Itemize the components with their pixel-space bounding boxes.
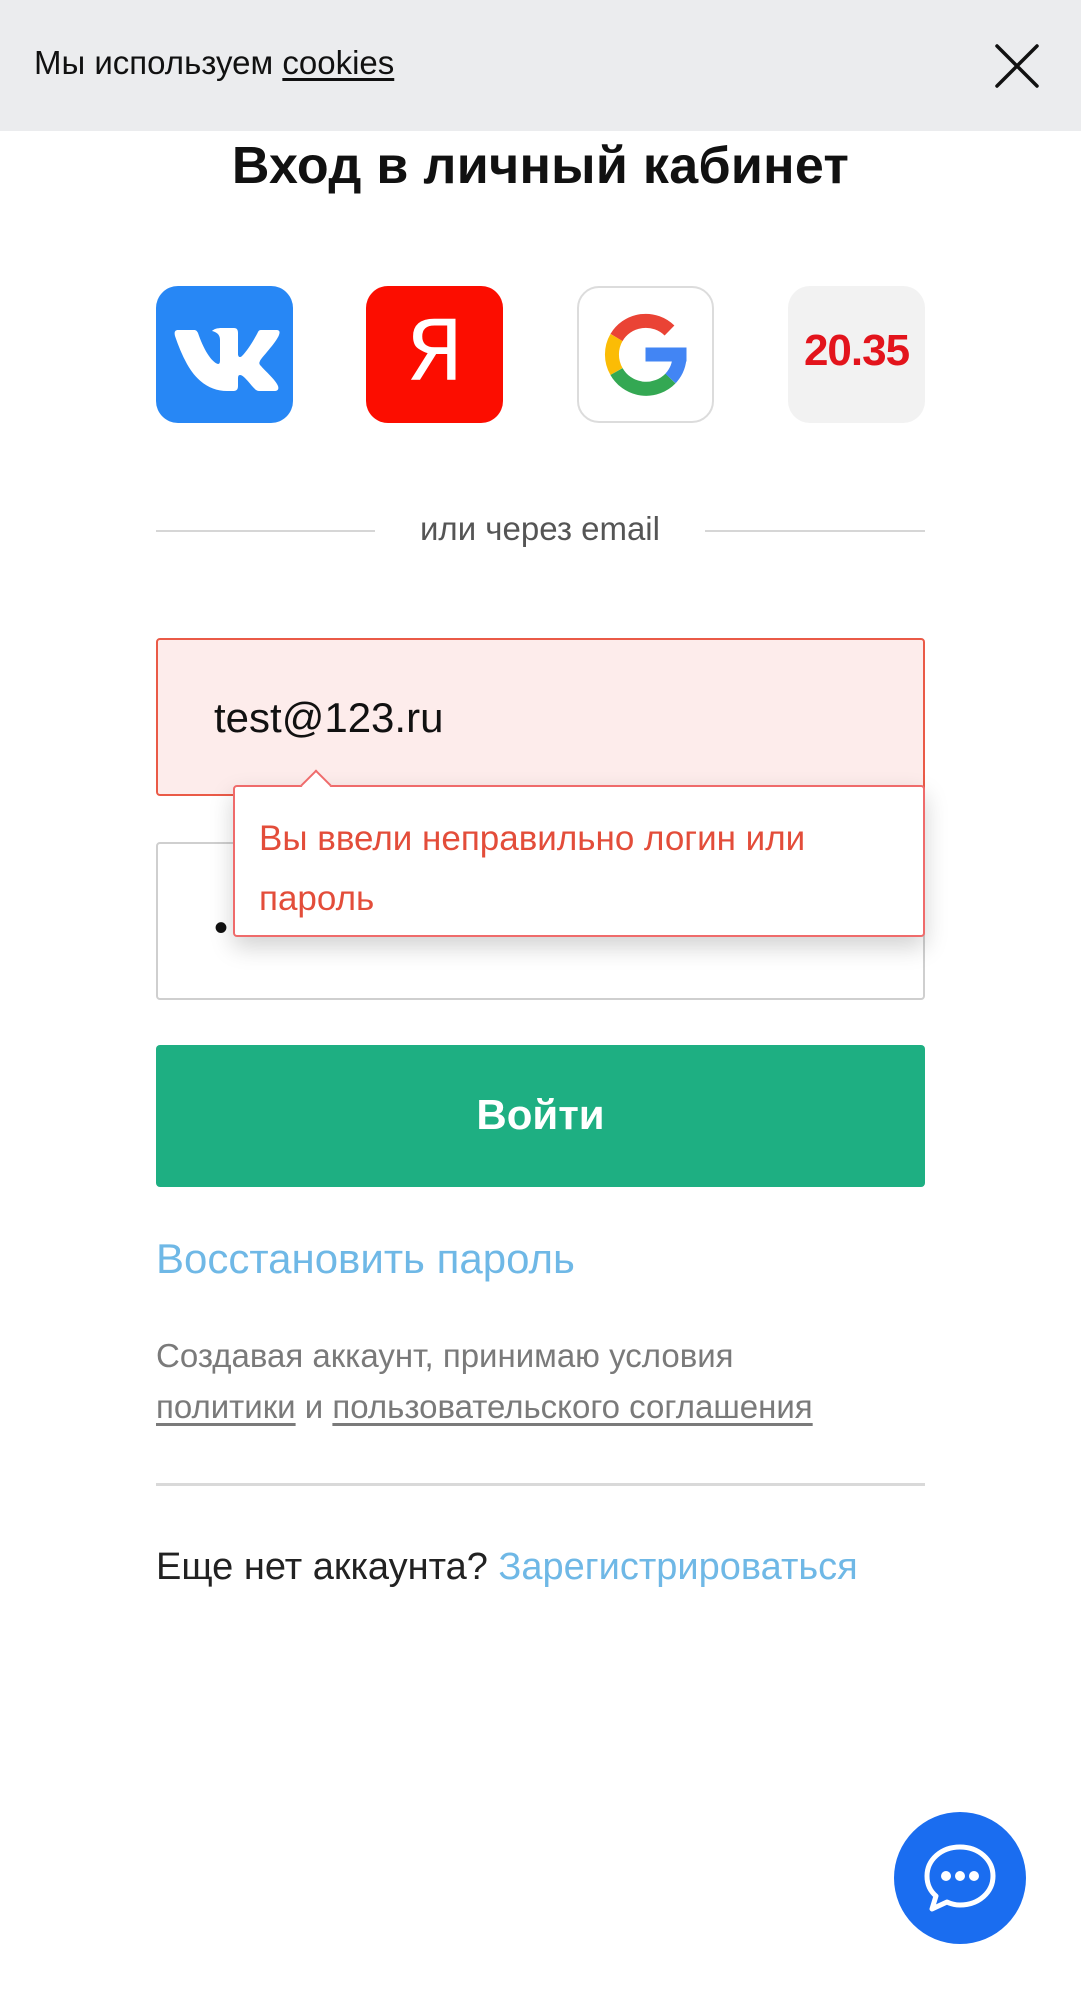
university-2035-logo: 20.35 <box>803 326 910 375</box>
google-logo-icon <box>604 313 687 396</box>
bottom-divider <box>156 1483 925 1486</box>
close-icon <box>995 44 1039 88</box>
cookie-notice: Мы используем cookies <box>34 44 394 82</box>
user-agreement-link[interactable]: пользовательского соглашения <box>332 1388 812 1425</box>
divider-line-right <box>705 530 925 532</box>
chat-bubble-icon <box>924 1844 996 1912</box>
policy-link[interactable]: политики <box>156 1388 296 1425</box>
password-mask: • <box>214 906 229 950</box>
error-message: Вы ввели неправильно логин или пароль <box>259 819 806 918</box>
email-value: test@123.ru <box>214 694 444 741</box>
cookies-link[interactable]: cookies <box>282 44 394 81</box>
vk-logo-icon <box>174 328 280 391</box>
terms-links-line: политики и пользовательского соглашения <box>156 1381 936 1432</box>
divider-line-left <box>156 530 375 532</box>
yandex-logo-icon: Я <box>405 302 464 400</box>
yandex-login-button[interactable]: Я <box>366 286 503 423</box>
restore-password-link[interactable]: Восстановить пароль <box>156 1235 575 1283</box>
google-login-button[interactable] <box>577 286 714 423</box>
terms-text: Создавая аккаунт, принимаю условия полит… <box>156 1330 936 1432</box>
cookie-banner: Мы используем cookies <box>0 0 1081 131</box>
university-2035-login-button[interactable]: 20.35 <box>788 286 925 423</box>
register-prompt: Еще нет аккаунта? Зарегистрироваться <box>156 1546 858 1589</box>
social-login-row: Я 20.35 <box>156 286 925 423</box>
close-cookie-button[interactable] <box>994 43 1040 89</box>
error-tooltip: Вы ввели неправильно логин или пароль <box>233 769 925 937</box>
terms-conjunction: и <box>295 1388 333 1425</box>
cookie-notice-text: Мы используем <box>34 44 283 81</box>
register-question: Еще нет аккаунта? <box>156 1546 499 1588</box>
terms-prefix: Создавая аккаунт, принимаю условия <box>156 1337 734 1374</box>
vk-login-button[interactable] <box>156 286 293 423</box>
login-button-label: Войти <box>476 1091 605 1138</box>
email-divider-label: или через email <box>420 510 660 547</box>
page-title: Вход в личный кабинет <box>231 137 850 195</box>
email-field[interactable]: test@123.ru <box>156 638 925 796</box>
register-link[interactable]: Зарегистрироваться <box>498 1546 857 1588</box>
login-button[interactable]: Войти <box>156 1045 925 1187</box>
chat-button[interactable] <box>894 1812 1026 1944</box>
